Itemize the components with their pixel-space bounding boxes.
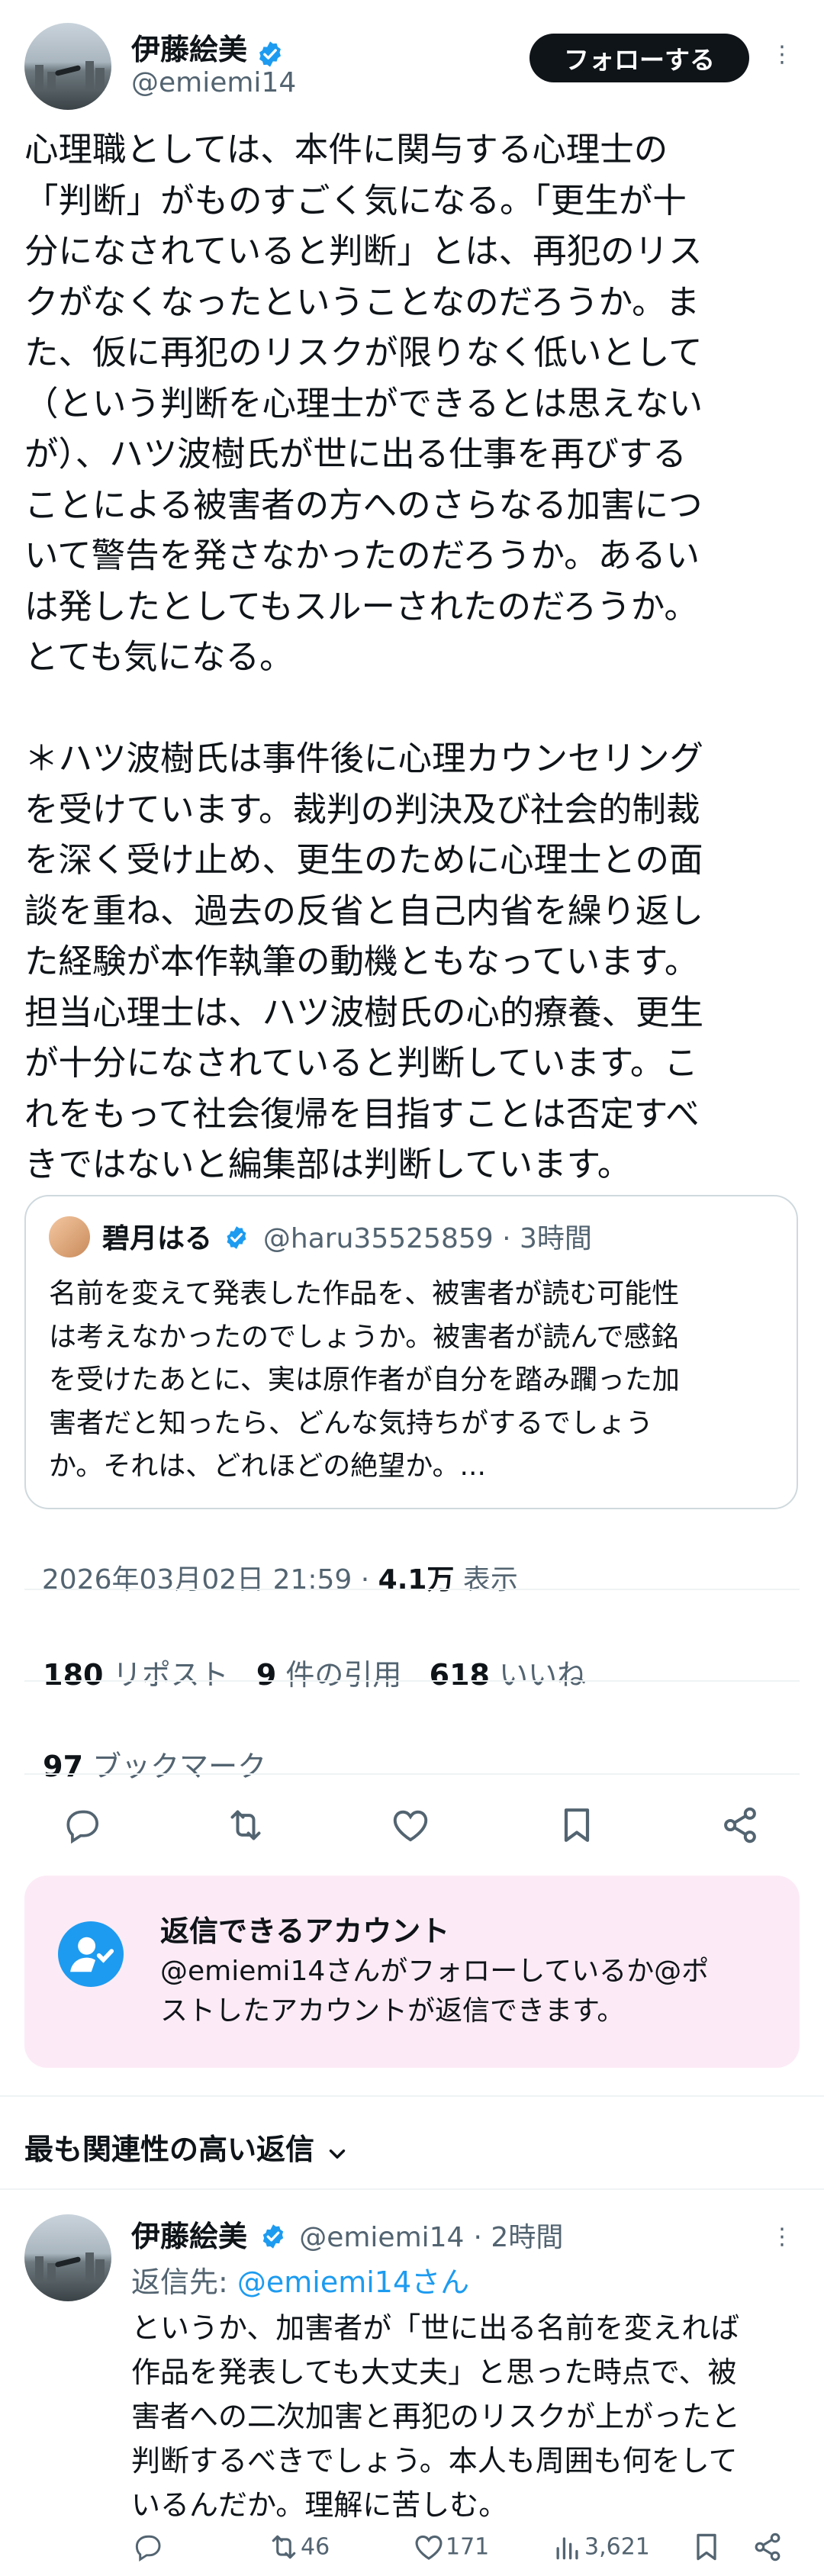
quote-time: · 3時間 bbox=[502, 1223, 592, 1254]
reply-restriction-desc-line: @emiemi14さんがフォローしているか@ポ bbox=[160, 1956, 710, 1987]
reply-icon[interactable] bbox=[61, 1804, 104, 1847]
reply-views-count: 3,621 bbox=[584, 2533, 650, 2561]
reply-body-line: 作品を発表しても大丈夫」と思った時点で、被 bbox=[131, 2355, 737, 2389]
quote-text-line: か。それは、どれほどの絶望か。... bbox=[49, 1451, 486, 1482]
reply-comment-icon[interactable] bbox=[131, 2530, 165, 2564]
reply-repost-icon bbox=[272, 2535, 296, 2559]
views-count: 4.1万 bbox=[378, 1564, 455, 1596]
more-options-icon[interactable]: ⋮ bbox=[771, 41, 794, 68]
replies-sort-selector[interactable]: 最も関連性の高い返信 bbox=[24, 2126, 350, 2168]
replies-section-title: 最も関連性の高い返信 bbox=[24, 2133, 315, 2166]
tweet-body-line: ことによる被害者の方へのさらなる加害につ bbox=[24, 485, 703, 525]
tweet-body-line: ＊ハツ波樹氏は事件後に心理カウンセリング bbox=[24, 739, 704, 778]
reply-like-count: 171 bbox=[446, 2533, 490, 2561]
divider bbox=[0, 2095, 824, 2097]
tweet-body-line: 分になされていると判断」とは、再犯のリス bbox=[24, 232, 703, 271]
bookmark-icon[interactable] bbox=[555, 1804, 598, 1847]
reply-body-line: いるんだか。理解に苦しむ。 bbox=[131, 2488, 508, 2522]
likes-stat[interactable]: 618 いいね bbox=[430, 1658, 586, 1692]
reply-body: というか、加害者が「世に出る名前を変えれば 作品を発表しても大丈夫」と思った時点で… bbox=[131, 2306, 803, 2527]
quotes-stat[interactable]: 9 件の引用 bbox=[256, 1658, 402, 1692]
tweet-timestamp[interactable]: 2026年03月02日 21:59 · bbox=[42, 1564, 378, 1596]
tweet-body-line: が）、ハツ波樹氏が世に出る仕事を再びする bbox=[24, 435, 687, 474]
author-name[interactable]: 伊藤絵美 bbox=[131, 33, 247, 66]
reply-restriction-desc-line: ストしたアカウントが返信できます。 bbox=[160, 1995, 625, 2027]
reply-like-button[interactable]: 171 bbox=[412, 2530, 489, 2564]
reply-views-chart-icon bbox=[556, 2537, 578, 2560]
reply-to-handle-link[interactable]: @emiemi14さん bbox=[237, 2265, 469, 2299]
divider bbox=[24, 1589, 800, 1590]
divider bbox=[24, 1773, 800, 1775]
tweet-body-line: 担当心理士は、ハツ波樹氏の心的療養、更生 bbox=[24, 993, 704, 1032]
divider bbox=[0, 2188, 824, 2190]
tweet-body-line: を受けています。裁判の判決及び社会的制裁 bbox=[24, 790, 700, 829]
tweet-body-line: を深く受け止め、更生のために心理士との面 bbox=[24, 841, 703, 880]
quote-verified-badge-icon bbox=[227, 1226, 246, 1249]
quote-text: 名前を変えて発表した作品を、被害者が読む可能性 は考えなかったのでしょうか。被害者… bbox=[49, 1273, 781, 1489]
quote-text-line: 名前を変えて発表した作品を、被害者が読む可能性 bbox=[49, 1278, 680, 1309]
quote-author-avatar bbox=[49, 1216, 90, 1257]
quoted-tweet-card[interactable]: 碧月はる @haru35525859 · 3時間 名前を変えて発表した作品を、被… bbox=[24, 1195, 798, 1509]
reply-restriction-title: 返信できるアカウント bbox=[160, 1914, 450, 1948]
reply-body-line: 害者への二次加害と再犯のリスクが上がったと bbox=[131, 2400, 741, 2433]
tweet-body-line: た経験が本作執筆の動機ともなっています。 bbox=[24, 942, 699, 981]
tweet-body-line: とても気になる。 bbox=[24, 638, 294, 677]
tweet-body: 心理職としては、本件に関与する心理士の 「判断」がものすごく気になる。「更生が十分… bbox=[24, 125, 803, 1191]
reply-body-line: 判断するべきでしょう。本人も周囲も何をして bbox=[131, 2444, 738, 2478]
reply-verified-badge-icon bbox=[262, 2223, 284, 2249]
quote-author-name: 碧月はる bbox=[102, 1223, 213, 1254]
quote-text-line: 害者だと知ったら、どんな気持ちがするでしょう bbox=[49, 1407, 654, 1439]
tweet-body-line: 談を重ね、過去の反省と自己内省を繰り返し bbox=[24, 891, 704, 931]
quote-author-handle: @haru35525859 bbox=[262, 1223, 494, 1254]
mention-user-icon bbox=[58, 1921, 124, 1987]
tweet-body-line: 「判断」がものすごく気になる。「更生が十 bbox=[24, 181, 687, 221]
reply-more-options-icon[interactable]: ⋮ bbox=[771, 2223, 794, 2250]
views-label: 表示 bbox=[454, 1564, 518, 1596]
tweet-body-line: きではないと編集部は判断しています。 bbox=[24, 1145, 632, 1184]
author-avatar[interactable] bbox=[24, 23, 111, 110]
engagement-stats: 180 リポスト 9 件の引用 618 いいね bbox=[24, 1618, 586, 1693]
reply-views-button[interactable]: 3,621 bbox=[551, 2530, 650, 2564]
reply-bookmark-icon[interactable] bbox=[690, 2530, 723, 2564]
reply-author-avatar[interactable] bbox=[24, 2214, 111, 2301]
tweet-body-line: は発したとしてもスルーされたのだろうか。 bbox=[24, 587, 698, 626]
tweet-body-line bbox=[24, 684, 803, 735]
reply-author-handle[interactable]: @emiemi14 bbox=[299, 2222, 464, 2253]
reposts-stat[interactable]: 180 リポスト bbox=[43, 1658, 228, 1692]
reply-share-icon[interactable] bbox=[751, 2530, 784, 2564]
tweet-body-line: （という判断を心理士ができるとは思えない bbox=[24, 384, 703, 423]
reply-repost-count: 46 bbox=[301, 2533, 330, 2561]
tweet-body-line: た、仮に再犯のリスクが限りなく低いとして bbox=[24, 333, 703, 372]
tweet-body-line: クがなくなったということなのだろうか。ま bbox=[24, 282, 700, 322]
author-handle[interactable]: @emiemi14 bbox=[131, 67, 296, 98]
like-heart-icon[interactable] bbox=[389, 1804, 432, 1847]
chevron-down-icon bbox=[329, 2149, 346, 2159]
divider bbox=[24, 1680, 800, 1682]
reply-like-heart-icon bbox=[415, 2535, 443, 2560]
tweet-body-line: れをもって社会復帰を目指すことは否定すべ bbox=[24, 1094, 700, 1134]
reply-restriction-box: 返信できるアカウント @emiemi14さんがフォローしているか@ポ ストしたアカ… bbox=[24, 1876, 800, 2068]
repost-icon[interactable] bbox=[224, 1804, 267, 1847]
reply-restriction-desc: @emiemi14さんがフォローしているか@ポ ストしたアカウントが返信できます。 bbox=[160, 1952, 786, 2031]
tweet-body-line: 心理職としては、本件に関与する心理士の bbox=[24, 130, 668, 169]
reply-body-line: というか、加害者が「世に出る名前を変えれば bbox=[131, 2311, 740, 2345]
tweet-body-line: いて警告を発さなかったのだろうか。あるい bbox=[24, 536, 700, 575]
share-icon[interactable] bbox=[719, 1804, 761, 1847]
tweet-body-line: が十分になされていると判断しています。こ bbox=[24, 1044, 698, 1083]
reply-time[interactable]: · 2時間 bbox=[474, 2222, 564, 2253]
reply-author-name[interactable]: 伊藤絵美 bbox=[131, 2220, 247, 2253]
verified-badge-icon bbox=[259, 40, 282, 67]
quote-text-line: を受けたあとに、実は原作者が自分を踏み躙った加 bbox=[49, 1364, 680, 1396]
quote-text-line: は考えなかったのでしょうか。被害者が読んで感銘 bbox=[49, 1321, 679, 1353]
reply-to-prefix: 返信先: bbox=[131, 2265, 237, 2299]
follow-button[interactable]: フォローする bbox=[529, 34, 749, 82]
reply-repost-button[interactable]: 46 bbox=[267, 2530, 330, 2564]
